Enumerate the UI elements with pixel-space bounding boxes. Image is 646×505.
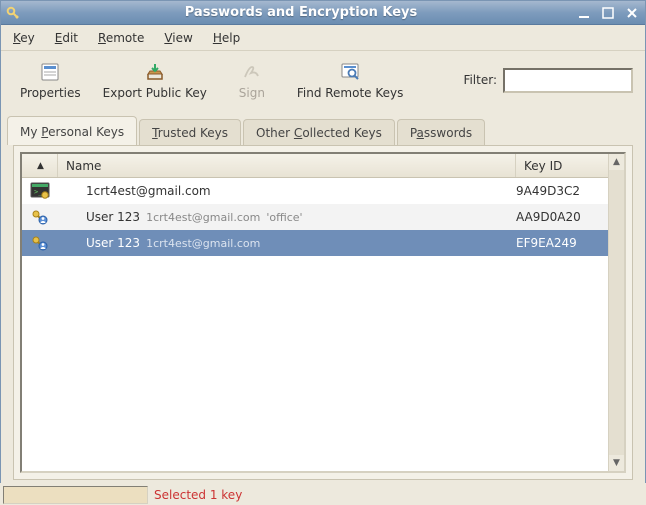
menu-help[interactable]: Help [211,28,242,48]
export-public-key-button[interactable]: Export Public Key [96,55,214,105]
find-remote-keys-button[interactable]: Find Remote Keys [290,55,411,105]
table-row[interactable]: User 123 1crt4est@gmail.com 'office' AA9D0… [22,204,608,230]
window-title: Passwords and Encryption Keys [27,5,575,20]
tab-my-personal-keys[interactable]: My Personal Keys [7,116,137,145]
menu-remote[interactable]: Remote [96,28,146,48]
scroll-up-icon[interactable]: ▲ [609,154,624,170]
app-key-icon [5,5,21,21]
table-row[interactable]: >_ 1crt4est@gmail.com 9A49D3C2 [22,178,608,204]
filter-input[interactable] [503,68,633,93]
maximize-button[interactable] [599,5,617,21]
find-remote-label: Find Remote Keys [297,86,404,100]
menu-view[interactable]: View [162,28,194,48]
properties-icon [38,60,62,84]
sign-button: Sign [222,55,282,105]
cell-name: User 123 1crt4est@gmail.com [58,236,516,250]
cell-name: User 123 1crt4est@gmail.com 'office' [58,210,516,224]
titlebar: Passwords and Encryption Keys [1,1,645,25]
vertical-scrollbar[interactable]: ▲ ▼ [608,154,624,471]
close-button[interactable] [623,5,641,21]
tab-bar: My Personal Keys Trusted Keys Other Coll… [7,115,639,145]
row-note-text: 'office' [266,211,302,224]
list-header: ▲ Name Key ID [22,154,608,178]
keypair-icon [22,234,58,252]
sign-label: Sign [239,86,265,100]
cell-key-id: EF9EA249 [516,236,608,250]
sign-icon [240,60,264,84]
column-sort-indicator[interactable]: ▲ [22,154,58,177]
content-panel: ▲ Name Key ID >_ 1crt4est@gmail.com 9A49D3… [13,145,633,480]
table-row[interactable]: User 123 1crt4est@gmail.com EF9EA249 [22,230,608,256]
column-name[interactable]: Name [58,154,516,177]
row-secondary-text: 1crt4est@gmail.com [146,237,260,250]
status-text: Selected 1 key [154,488,242,502]
find-remote-icon [338,60,362,84]
cell-name: 1crt4est@gmail.com [58,184,516,198]
row-secondary-text: 1crt4est@gmail.com [146,211,260,224]
properties-label: Properties [20,86,81,100]
key-list: ▲ Name Key ID >_ 1crt4est@gmail.com 9A49D3… [22,154,608,471]
menu-edit[interactable]: Edit [53,28,80,48]
cell-key-id: AA9D0A20 [516,210,608,224]
menubar: Key Edit Remote View Help [1,25,645,51]
keypair-icon [22,208,58,226]
row-primary-text: 1crt4est@gmail.com [86,184,211,198]
cell-key-id: 9A49D3C2 [516,184,608,198]
sort-ascending-icon: ▲ [37,161,44,171]
scroll-track[interactable] [609,170,624,455]
toolbar: Properties Export Public Key Sign Find R… [1,51,645,109]
scroll-down-icon[interactable]: ▼ [609,455,624,471]
status-well [3,486,148,504]
filter-label: Filter: [463,73,497,87]
tab-passwords[interactable]: Passwords [397,119,485,146]
tab-other-collected-keys[interactable]: Other Collected Keys [243,119,395,146]
export-icon [143,60,167,84]
properties-button[interactable]: Properties [13,55,88,105]
tab-trusted-keys[interactable]: Trusted Keys [139,119,241,146]
menu-key[interactable]: Key [11,28,37,48]
export-label: Export Public Key [103,86,207,100]
minimize-button[interactable] [575,5,593,21]
ssh-key-icon: >_ [22,182,58,200]
row-primary-text: User 123 [86,236,140,250]
statusbar: Selected 1 key [0,483,646,505]
row-primary-text: User 123 [86,210,140,224]
column-key-id[interactable]: Key ID [516,154,608,177]
